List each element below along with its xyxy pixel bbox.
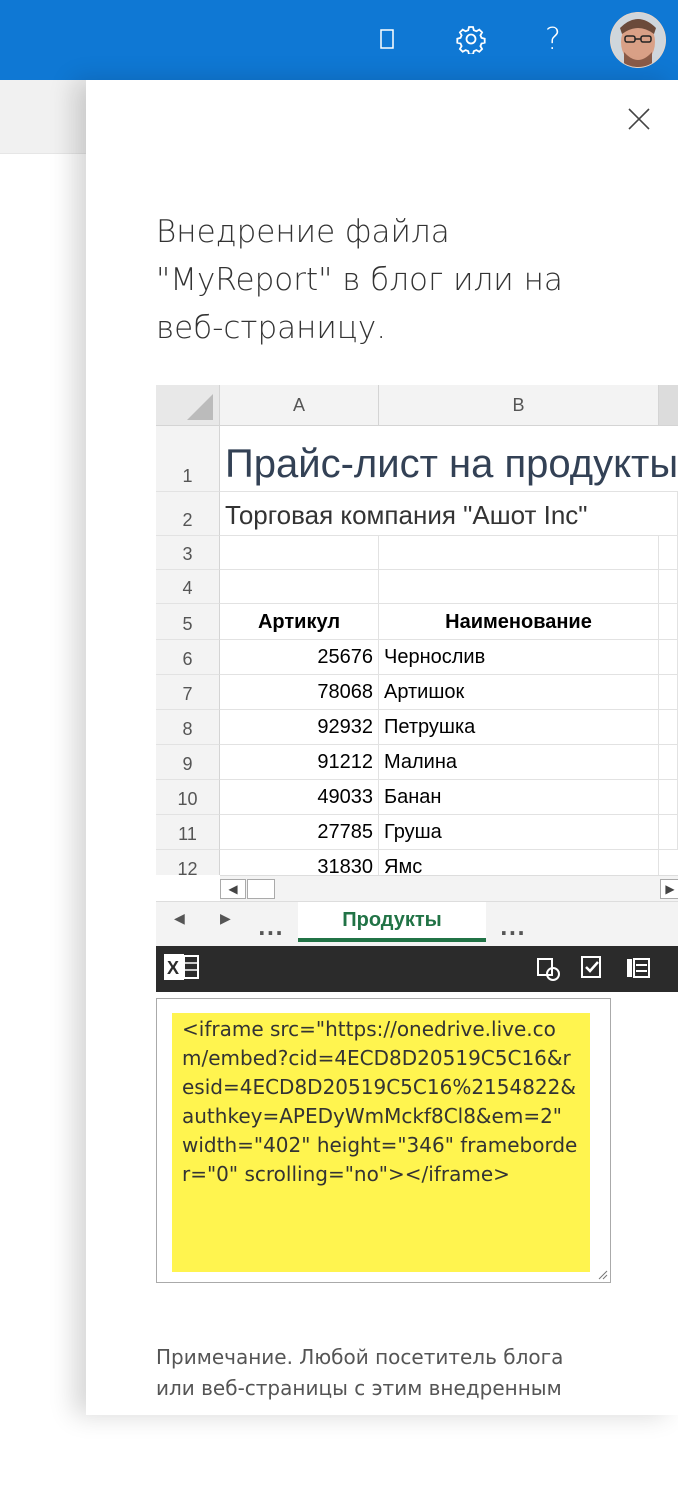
cell-name[interactable]: Банан: [379, 780, 659, 815]
cell[interactable]: [659, 675, 678, 710]
cell[interactable]: [659, 710, 678, 745]
scroll-fade: [86, 1430, 678, 1495]
cell-name[interactable]: Чернослив: [379, 640, 659, 675]
scroll-left-icon[interactable]: ◀: [220, 879, 246, 899]
sheet-title-cell[interactable]: Прайс-лист на продукты: [220, 426, 678, 492]
cell[interactable]: [379, 570, 659, 604]
cell[interactable]: [659, 492, 678, 536]
survey-icon[interactable]: [580, 954, 604, 985]
column-label-article[interactable]: Артикул: [220, 604, 379, 640]
cell-article[interactable]: 49033: [220, 780, 379, 815]
row-header[interactable]: 8: [156, 710, 220, 745]
cell-article[interactable]: 27785: [220, 815, 379, 850]
dialog-title: Внедрение файла "MyReport" в блог или на…: [156, 214, 563, 346]
excel-footer-toolbar: X: [156, 946, 678, 992]
cell-article[interactable]: 25676: [220, 640, 379, 675]
cell[interactable]: [659, 745, 678, 780]
cell[interactable]: [659, 780, 678, 815]
cell[interactable]: [659, 604, 678, 640]
row-header[interactable]: 10: [156, 780, 220, 815]
tabs-more-right[interactable]: ...: [500, 916, 526, 940]
cell[interactable]: [220, 536, 379, 570]
cell-name[interactable]: Малина: [379, 745, 659, 780]
spreadsheet-grid[interactable]: A B 1 Прайс-лист на продукты 2 Торговая …: [156, 385, 678, 875]
top-bar: ?: [0, 0, 678, 80]
row-header[interactable]: 9: [156, 745, 220, 780]
column-label-name[interactable]: Наименование: [379, 604, 659, 640]
note-text: Примечание. Любой посетитель блога или в…: [156, 1345, 564, 1400]
row-header[interactable]: 6: [156, 640, 220, 675]
cell-name[interactable]: Ямс: [379, 850, 659, 875]
row-header[interactable]: 12: [156, 850, 220, 875]
row-header[interactable]: 3: [156, 536, 220, 570]
cell[interactable]: [379, 536, 659, 570]
embed-dialog: Внедрение файла "MyReport" в блог или на…: [86, 80, 678, 1495]
resize-handle-icon[interactable]: [596, 1268, 608, 1280]
cell-article[interactable]: 92932: [220, 710, 379, 745]
row-header[interactable]: 11: [156, 815, 220, 850]
embed-code-textarea[interactable]: <iframe src="https://onedrive.live.com/e…: [156, 998, 611, 1283]
sheet-subtitle-cell[interactable]: Торговая компания "Ашот Inc": [220, 492, 659, 536]
row-header[interactable]: 2: [156, 492, 220, 536]
column-header-b[interactable]: B: [379, 385, 659, 426]
scroll-thumb[interactable]: [247, 879, 275, 899]
sheet-tabs-bar: ◀ ▶ ... Продукты ...: [156, 901, 678, 946]
select-all-corner[interactable]: [156, 385, 220, 426]
help-icon[interactable]: ?: [531, 14, 575, 64]
column-header-c[interactable]: [659, 385, 678, 426]
column-header-a[interactable]: A: [220, 385, 379, 426]
tabs-more-left[interactable]: ...: [258, 916, 284, 940]
background-toolbar: [0, 80, 90, 154]
embed-code-text[interactable]: <iframe src="https://onedrive.live.com/e…: [172, 1013, 590, 1272]
cell-name[interactable]: Груша: [379, 815, 659, 850]
row-header[interactable]: 5: [156, 604, 220, 640]
cell[interactable]: [659, 815, 678, 850]
svg-text:X: X: [167, 958, 179, 978]
cell-article[interactable]: 78068: [220, 675, 379, 710]
cell[interactable]: [659, 536, 678, 570]
excel-embed-preview[interactable]: A B 1 Прайс-лист на продукты 2 Торговая …: [156, 385, 678, 992]
cell-article[interactable]: 31830: [220, 850, 379, 875]
row-header[interactable]: 1: [156, 426, 220, 492]
background-content: [0, 154, 90, 1415]
close-icon[interactable]: [622, 102, 656, 136]
row-header[interactable]: 4: [156, 570, 220, 604]
refresh-data-icon[interactable]: [536, 957, 562, 988]
tab-next-icon[interactable]: ▶: [220, 911, 231, 927]
gear-icon[interactable]: [449, 14, 493, 64]
excel-logo-icon: X: [164, 952, 200, 987]
cell-name[interactable]: Петрушка: [379, 710, 659, 745]
horizontal-scrollbar[interactable]: ◀ ▶: [220, 875, 678, 901]
row-header[interactable]: 7: [156, 675, 220, 710]
cell-name[interactable]: Артишок: [379, 675, 659, 710]
tab-produkty[interactable]: Продукты: [298, 902, 486, 942]
cell[interactable]: [659, 570, 678, 604]
avatar[interactable]: [610, 12, 666, 68]
cell[interactable]: [659, 640, 678, 675]
tab-prev-icon[interactable]: ◀: [174, 911, 185, 927]
view-mode-icon[interactable]: [626, 957, 650, 984]
cell-article[interactable]: 91212: [220, 745, 379, 780]
cell[interactable]: [220, 570, 379, 604]
notification-icon[interactable]: [365, 14, 409, 64]
scroll-right-icon[interactable]: ▶: [660, 879, 678, 899]
